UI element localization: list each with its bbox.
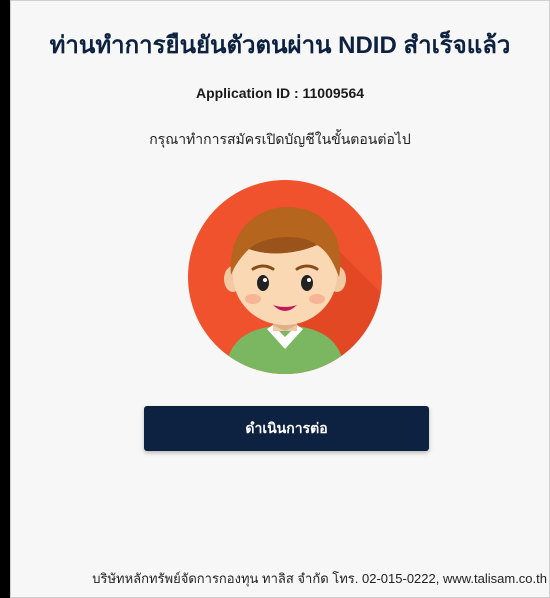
page-title: ท่านทำการยืนยันตัวตนผ่าน NDID สำเร็จแล้ว xyxy=(49,32,511,59)
company-footer: บริษัทหลักทรัพย์จัดการกองทุน ทาลิส จำกัด… xyxy=(92,571,547,586)
content-panel: ท่านทำการยืนยันตัวตนผ่าน NDID สำเร็จแล้ว… xyxy=(10,0,550,598)
application-id: Application ID : 11009564 xyxy=(195,85,365,101)
instruction-text: กรุณาทำการสมัครเปิดบัญชีในขั้นตอนต่อไป xyxy=(149,131,411,147)
user-avatar-icon xyxy=(187,179,383,375)
continue-button[interactable]: ดำเนินการต่อ xyxy=(144,406,429,451)
